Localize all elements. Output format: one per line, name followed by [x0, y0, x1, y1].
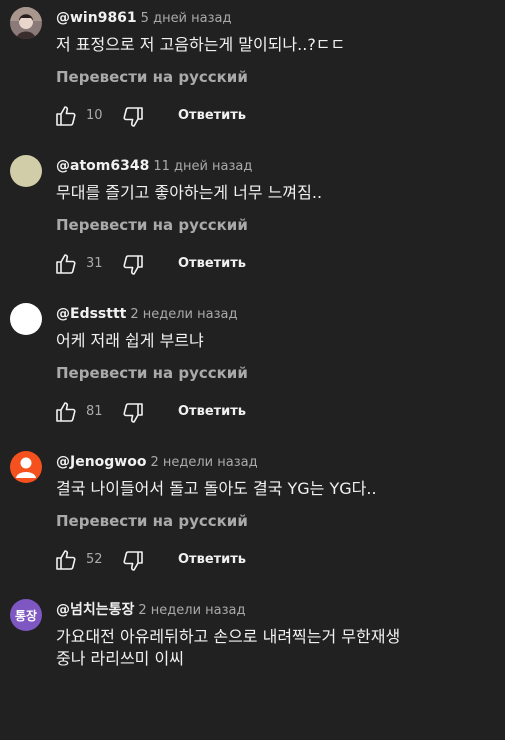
like-count: 10 [86, 108, 103, 123]
author-name[interactable]: @atom6348 [56, 158, 149, 174]
comment-text-line: 중나 라리쓰미 이씨 [56, 649, 184, 668]
comment-header: @Jenogwoo 2 недели назад [56, 452, 258, 472]
avatar-photo-icon [10, 7, 42, 39]
comment-text: 어케 저래 쉽게 부르냐 [56, 331, 204, 350]
comment-item: @Jenogwoo 2 недели назад 결국 나이들어서 돌고 돌아도 … [0, 444, 505, 592]
thumbs-up-icon [56, 254, 76, 274]
comment-text: 가요대전 아유레뒤하고 손으로 내려찍는거 무한재생 중나 라리쓰미 이씨 [56, 626, 496, 670]
reply-button[interactable]: Ответить [178, 107, 246, 125]
like-button[interactable] [54, 400, 78, 424]
comment-item: @atom6348 11 дней назад 무대를 즐기고 좋아하는게 너무 … [0, 148, 505, 296]
comment-time[interactable]: 11 дней назад [153, 159, 252, 174]
avatar[interactable]: 통장 [10, 599, 42, 631]
thumbs-down-icon [123, 403, 143, 423]
comment-header: @Edssttt 2 недели назад [56, 304, 237, 324]
author-name[interactable]: @넘치는통장 [56, 602, 134, 618]
thumbs-up-icon [56, 550, 76, 570]
comment-time[interactable]: 2 недели назад [138, 603, 245, 618]
comment-text-line: 가요대전 아유레뒤하고 손으로 내려찍는거 무한재생 [56, 627, 401, 646]
comment-text: 저 표정으로 저 고음하는게 말이되나..?ㄷㄷ [56, 35, 346, 54]
like-count: 31 [86, 256, 103, 271]
reply-button[interactable]: Ответить [178, 403, 246, 421]
thumbs-up-icon [56, 106, 76, 126]
comment-text: 결국 나이들어서 돌고 돌아도 결국 YG는 YG다.. [56, 479, 377, 498]
thumbs-down-icon [123, 107, 143, 127]
thumbs-up-icon [56, 402, 76, 422]
thumbs-down-icon [123, 255, 143, 275]
reply-button[interactable]: Ответить [178, 255, 246, 273]
comment-header: @win9861 5 дней назад [56, 8, 231, 28]
avatar[interactable] [10, 303, 42, 335]
avatar-initials: 통장 [14, 608, 38, 623]
dislike-button[interactable] [121, 105, 145, 129]
reply-button[interactable]: Ответить [178, 551, 246, 569]
comment-item: 통장 @넘치는통장 2 недели назад 가요대전 아유레뒤하고 손으로 … [0, 592, 505, 740]
comment-item: @win9861 5 дней назад 저 표정으로 저 고음하는게 말이되나… [0, 0, 505, 148]
translate-link[interactable]: Перевести на русский [56, 363, 248, 383]
comment-actions: 31 Ответить [54, 252, 314, 276]
comment-time[interactable]: 2 недели назад [150, 455, 257, 470]
comment-item: @Edssttt 2 недели назад 어케 저래 쉽게 부르냐 Пере… [0, 296, 505, 444]
comment-header: @atom6348 11 дней назад [56, 156, 252, 176]
avatar[interactable] [10, 155, 42, 187]
avatar[interactable] [10, 451, 42, 483]
comment-actions: 52 Ответить [54, 548, 314, 572]
comment-header: @넘치는통장 2 недели назад [56, 600, 246, 620]
translate-link[interactable]: Перевести на русский [56, 511, 248, 531]
author-name[interactable]: @win9861 [56, 10, 137, 26]
like-button[interactable] [54, 548, 78, 572]
like-count: 81 [86, 404, 103, 419]
thumbs-down-icon [123, 551, 143, 571]
dislike-button[interactable] [121, 401, 145, 425]
like-button[interactable] [54, 104, 78, 128]
author-name[interactable]: @Edssttt [56, 306, 126, 322]
like-button[interactable] [54, 252, 78, 276]
dislike-button[interactable] [121, 253, 145, 277]
author-name[interactable]: @Jenogwoo [56, 454, 146, 470]
translate-link[interactable]: Перевести на русский [56, 215, 248, 235]
comment-actions: 81 Ответить [54, 400, 314, 424]
comment-actions: 10 Ответить [54, 104, 314, 128]
like-count: 52 [86, 552, 103, 567]
person-icon [16, 457, 36, 478]
avatar[interactable] [10, 7, 42, 39]
dislike-button[interactable] [121, 549, 145, 573]
comment-time[interactable]: 2 недели назад [130, 307, 237, 322]
comment-text: 무대를 즐기고 좋아하는게 너무 느껴짐.. [56, 183, 323, 202]
comment-time[interactable]: 5 дней назад [141, 11, 232, 26]
translate-link[interactable]: Перевести на русский [56, 67, 248, 87]
